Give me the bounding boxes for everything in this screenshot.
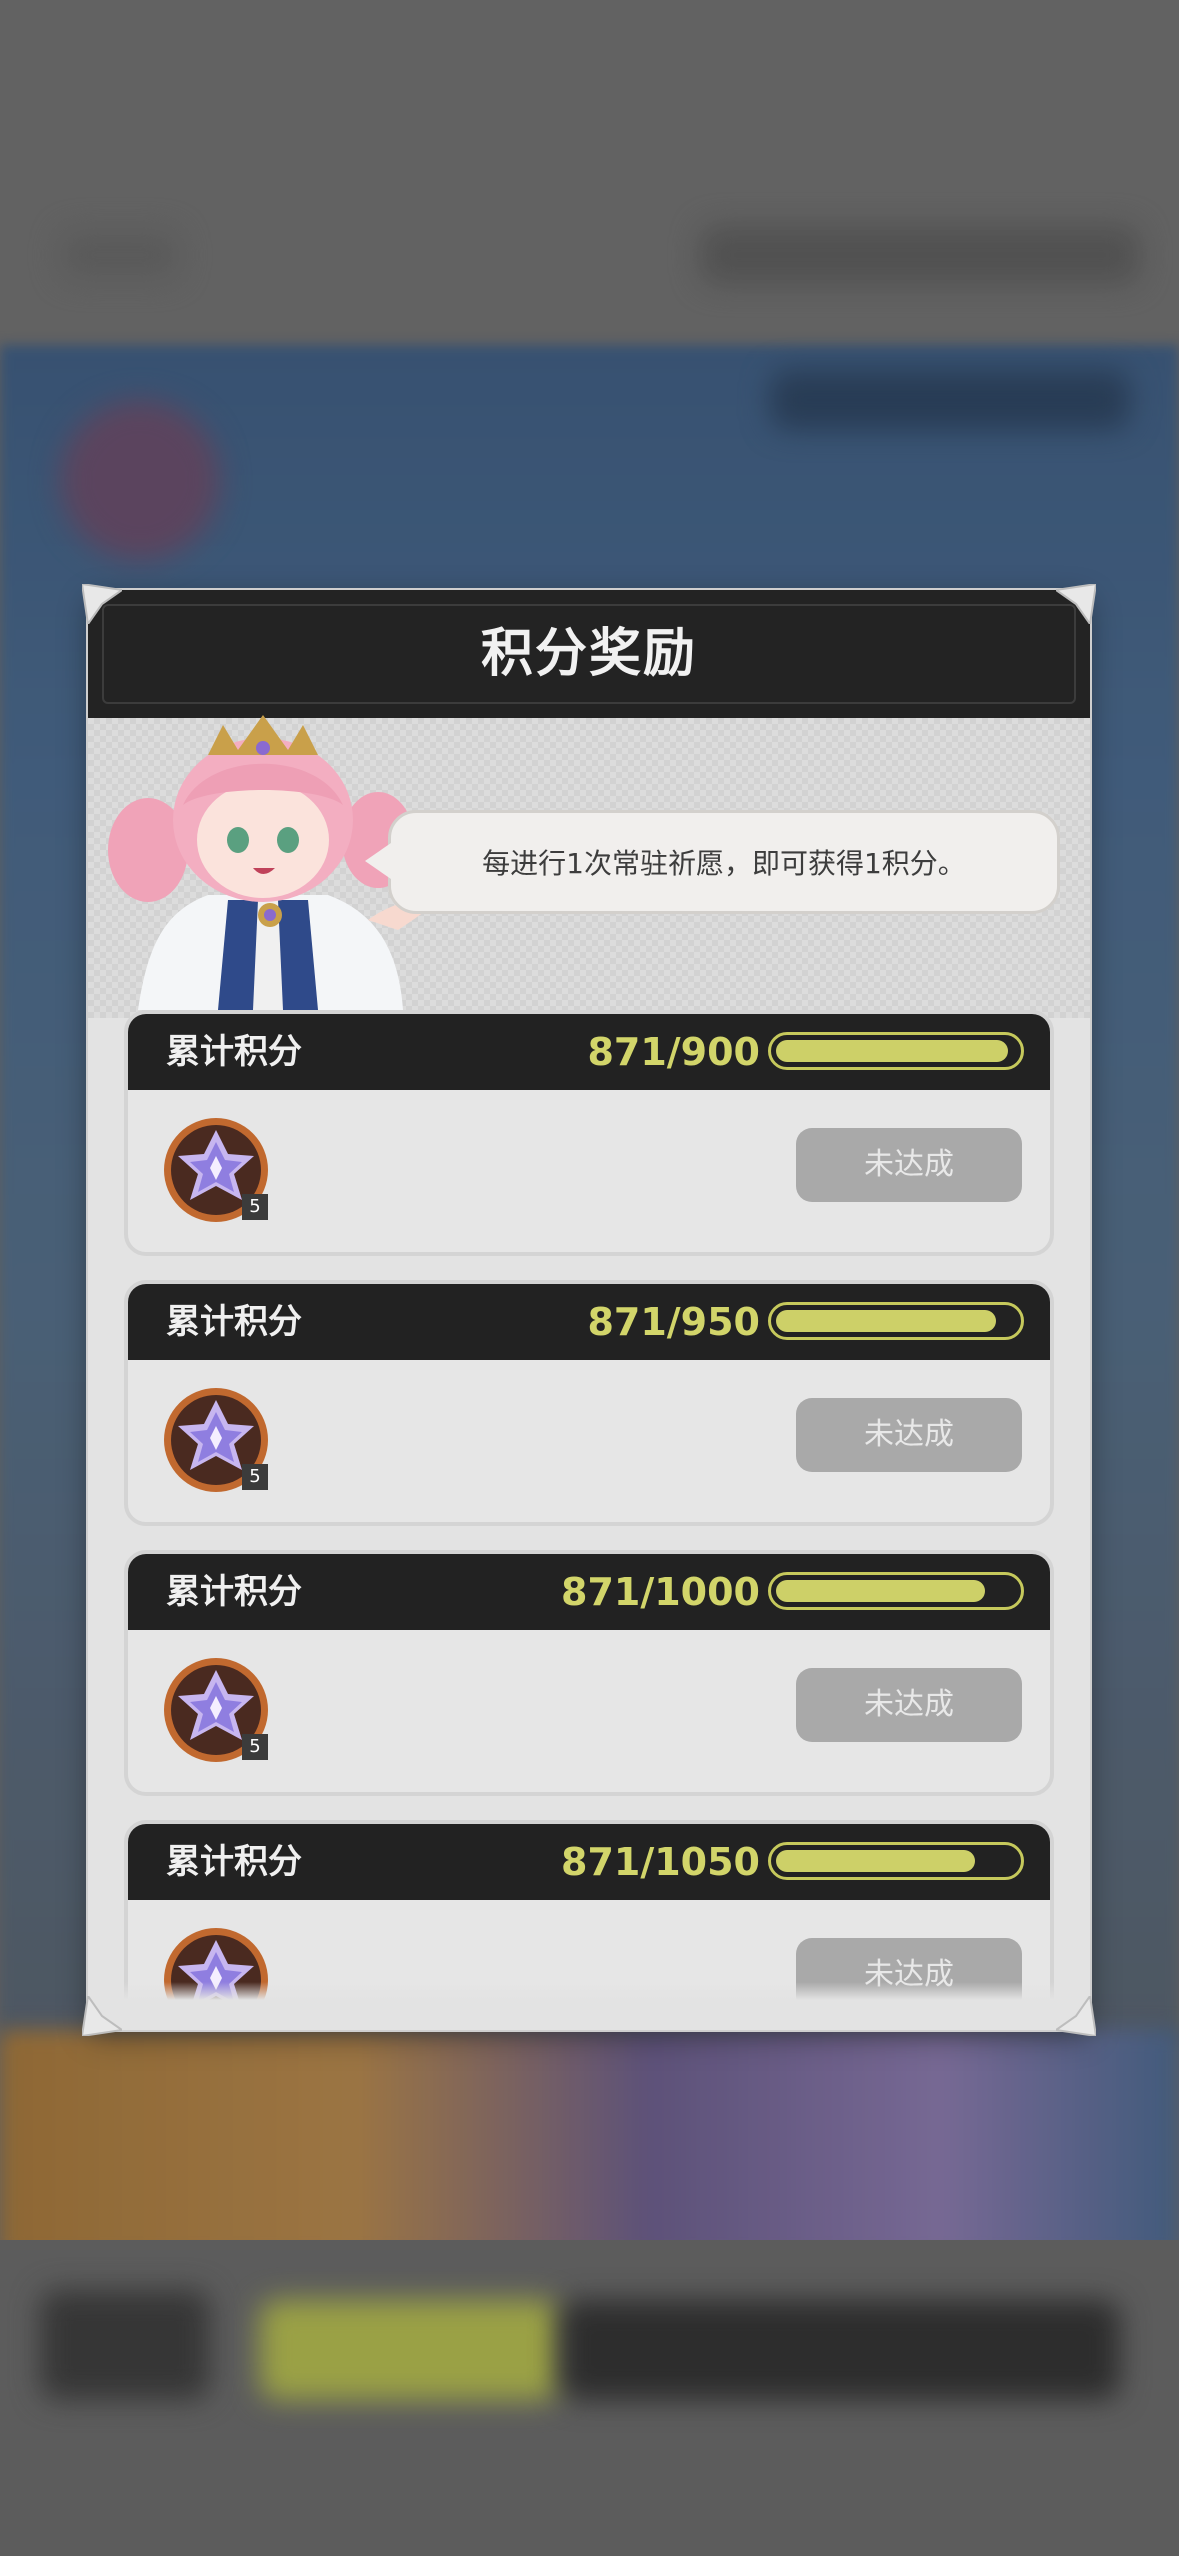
reward-progress-bar [768, 1302, 1024, 1340]
reward-progress-bar [768, 1032, 1024, 1070]
corner-ornament-icon [82, 1996, 122, 2036]
reward-progress-fill [776, 1040, 1008, 1062]
reward-card-header: 累计积分 871/900 [128, 1014, 1050, 1090]
reward-card-header: 累计积分 871/950 [128, 1284, 1050, 1360]
reward-card-header: 累计积分 871/1050 [128, 1824, 1050, 1900]
bubble-tail [365, 843, 391, 879]
corner-ornament-icon [1056, 1996, 1096, 2036]
reward-progress-text: 871/900 [587, 1030, 760, 1074]
reward-card: 累计积分 871/1000 5 未达成 [124, 1550, 1054, 1796]
reward-card: 累计积分 871/1050 5 未达成 [124, 1820, 1054, 2000]
claim-status-button[interactable]: 未达成 [796, 1668, 1022, 1742]
reward-progress-text: 871/1000 [561, 1570, 760, 1614]
claim-status-button[interactable]: 未达成 [796, 1128, 1022, 1202]
hint-speech-bubble: 每进行1次常驻祈愿，即可获得1积分。 [365, 810, 1060, 914]
reward-label: 累计积分 [166, 1842, 302, 1882]
reward-list[interactable]: 累计积分 871/900 5 未达成 累计积分 871/950 5 未达成 累计… [124, 1010, 1054, 2000]
reward-label: 累计积分 [166, 1032, 302, 1072]
reward-progress-bar [768, 1842, 1024, 1880]
reward-progress-text: 871/950 [587, 1300, 760, 1344]
points-reward-modal: 积分奖励 每进行1次常驻祈愿，即可获得1积分。 累计积分 871/900 5 未… [88, 590, 1090, 2030]
reward-progress-fill [776, 1580, 985, 1602]
corner-ornament-icon [1056, 584, 1096, 624]
reward-progress-fill [776, 1850, 975, 1872]
reward-card: 累计积分 871/900 5 未达成 [124, 1010, 1054, 1256]
reward-card-header: 累计积分 871/1000 [128, 1554, 1050, 1630]
modal-header: 积分奖励 [88, 590, 1090, 718]
reward-label: 累计积分 [166, 1302, 302, 1342]
item-count-badge: 5 [242, 1734, 268, 1760]
reward-card: 累计积分 871/950 5 未达成 [124, 1280, 1054, 1526]
item-count-badge: 5 [242, 1464, 268, 1490]
modal-title: 积分奖励 [480, 624, 697, 684]
corner-ornament-icon [82, 584, 122, 624]
hint-text: 每进行1次常驻祈愿，即可获得1积分。 [482, 847, 966, 880]
reward-progress-bar [768, 1572, 1024, 1610]
reward-progress-fill [776, 1310, 996, 1332]
list-fade [124, 1982, 1054, 2000]
item-count-badge: 5 [242, 1194, 268, 1220]
claim-status-button[interactable]: 未达成 [796, 1398, 1022, 1472]
reward-progress-text: 871/1050 [561, 1840, 760, 1884]
reward-label: 累计积分 [166, 1572, 302, 1612]
